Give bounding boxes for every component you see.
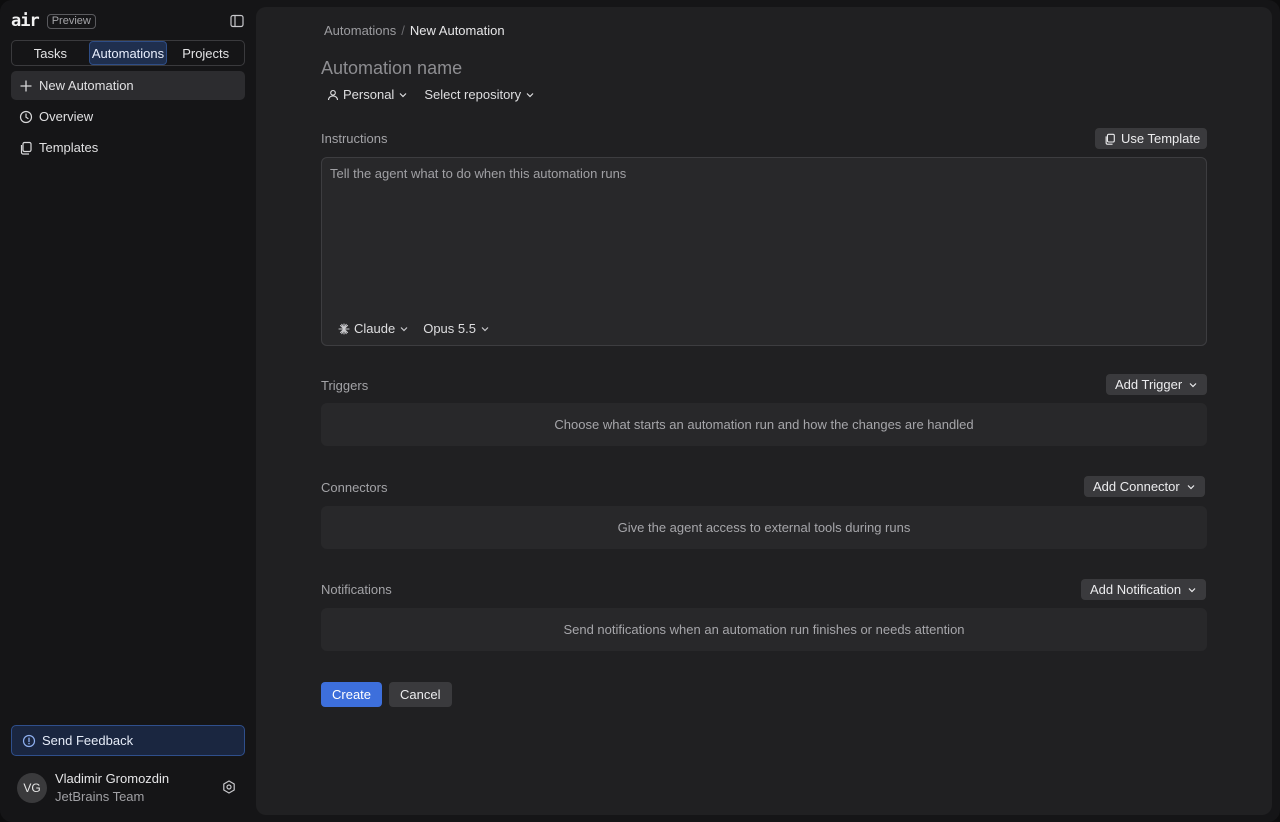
app-window: air Preview Tasks Automations Projects N… (0, 0, 1280, 822)
instructions-label: Instructions (321, 131, 388, 146)
person-icon (323, 89, 339, 101)
repository-dropdown[interactable]: Select repository (424, 87, 535, 102)
logo-row: air Preview (11, 11, 96, 31)
chevron-down-icon (526, 92, 534, 97)
chevron-down-icon (481, 326, 489, 331)
triggers-empty-text: Choose what starts an automation run and… (554, 417, 974, 432)
sidebar-nav: New Automation Overview Templates (11, 71, 245, 164)
chevron-down-icon (399, 92, 407, 97)
sidebar-item-label: New Automation (39, 78, 134, 93)
agent-label: Claude (354, 321, 396, 336)
model-selectors: Claude Opus 5.5 (334, 321, 506, 336)
sidebar-toggle-icon[interactable] (230, 14, 244, 28)
connectors-empty-text: Give the agent access to external tools … (617, 520, 911, 535)
breadcrumb-automations-link[interactable]: Automations (324, 23, 396, 38)
copy-icon (1104, 133, 1116, 145)
notifications-empty-text: Send notifications when an automation ru… (563, 622, 965, 637)
claude-sparkle-icon (334, 322, 350, 335)
plus-icon (19, 79, 33, 93)
notifications-empty-state: Send notifications when an automation ru… (321, 608, 1207, 651)
automation-name-input[interactable] (321, 57, 821, 79)
tab-tasks[interactable]: Tasks (12, 41, 89, 65)
breadcrumb-separator: / (401, 23, 405, 38)
add-trigger-label: Add Trigger (1115, 377, 1183, 392)
chevron-down-icon (1188, 587, 1196, 592)
main-panel: Automations / New Automation Personal Sele… (256, 7, 1272, 815)
triggers-label: Triggers (321, 378, 369, 393)
instructions-box: Claude Opus 5.5 (321, 157, 1207, 346)
sidebar: air Preview Tasks Automations Projects N… (0, 0, 256, 822)
chevron-down-icon (400, 326, 408, 331)
add-trigger-button[interactable]: Add Trigger (1106, 374, 1208, 395)
add-connector-button[interactable]: Add Connector (1084, 476, 1205, 497)
avatar: VG (17, 773, 47, 803)
triggers-empty-state: Choose what starts an automation run and… (321, 403, 1207, 446)
breadcrumb: Automations / New Automation (324, 23, 505, 38)
form-actions: Create Cancel (321, 682, 452, 707)
add-connector-label: Add Connector (1093, 479, 1180, 494)
connectors-label: Connectors (321, 480, 388, 495)
notifications-label: Notifications (321, 582, 392, 597)
settings-gear-icon[interactable] (222, 780, 236, 794)
user-profile[interactable]: VG Vladimir Gromozdin JetBrains Team (17, 770, 245, 806)
instructions-textarea[interactable] (330, 166, 1198, 306)
user-info: Vladimir Gromozdin JetBrains Team (55, 770, 169, 806)
tab-automations[interactable]: Automations (88, 41, 168, 65)
use-template-label: Use Template (1121, 131, 1201, 146)
add-notification-button[interactable]: Add Notification (1081, 579, 1207, 600)
feedback-icon (22, 734, 36, 748)
owner-repo-selectors: Personal Select repository (323, 87, 551, 102)
clock-icon (19, 110, 33, 124)
model-label: Opus 5.5 (423, 321, 476, 336)
agent-dropdown[interactable]: Claude (334, 321, 409, 336)
sidebar-tabs: Tasks Automations Projects (11, 40, 245, 66)
chevron-down-icon (1187, 484, 1195, 489)
cancel-button[interactable]: Cancel (389, 682, 452, 707)
connectors-empty-state: Give the agent access to external tools … (321, 506, 1207, 549)
sidebar-item-label: Overview (39, 109, 94, 124)
app-logo: air (11, 11, 40, 31)
sidebar-item-templates[interactable]: Templates (11, 133, 245, 162)
user-name: Vladimir Gromozdin (55, 771, 170, 786)
breadcrumb-current: New Automation (409, 23, 505, 38)
repository-label: Select repository (424, 87, 522, 102)
owner-dropdown[interactable]: Personal (323, 87, 408, 102)
chevron-down-icon (1189, 382, 1197, 387)
create-button[interactable]: Create (321, 682, 383, 707)
send-feedback-label: Send Feedback (42, 733, 134, 748)
send-feedback-button[interactable]: Send Feedback (11, 725, 245, 756)
user-team: JetBrains Team (55, 789, 145, 804)
sidebar-item-overview[interactable]: Overview (11, 102, 245, 131)
add-notification-label: Add Notification (1090, 582, 1182, 597)
sidebar-item-label: Templates (39, 140, 99, 155)
use-template-button[interactable]: Use Template (1095, 128, 1207, 149)
model-dropdown[interactable]: Opus 5.5 (423, 321, 490, 336)
preview-badge: Preview (46, 13, 96, 29)
copy-icon (19, 141, 33, 155)
owner-label: Personal (343, 87, 395, 102)
tab-projects[interactable]: Projects (167, 41, 244, 65)
sidebar-item-new-automation[interactable]: New Automation (11, 71, 245, 100)
